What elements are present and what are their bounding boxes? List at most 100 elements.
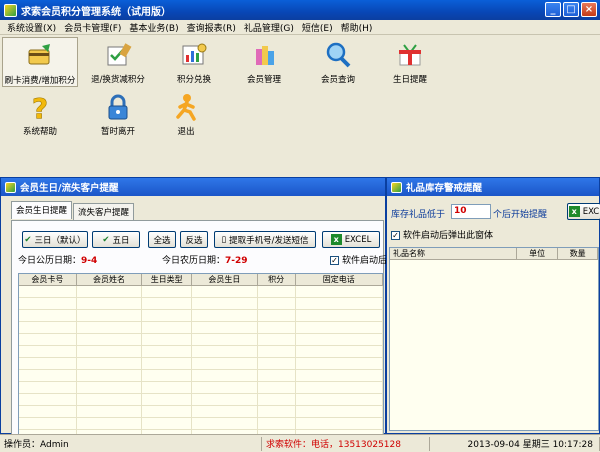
panel-app-icon (391, 181, 402, 193)
gift-grid[interactable]: 礼品名称 单位 数量 (389, 247, 599, 431)
tool-exit[interactable]: 退出 (148, 89, 224, 139)
points-exchange-icon (179, 40, 209, 70)
excel-label: EXCEL (344, 234, 372, 245)
grid-header: 礼品名称 单位 数量 (390, 248, 598, 260)
column-header[interactable]: 积分 (258, 274, 296, 285)
tool-label: 会员管理 (246, 75, 281, 85)
tool-label: 退/换货减积分 (91, 75, 145, 85)
runner-exit-icon (171, 92, 201, 122)
panel-app-icon (5, 181, 16, 193)
five-days-button[interactable]: ✔ 五日 (92, 231, 140, 248)
tool-points-exchange[interactable]: 积分兑换 (156, 37, 232, 87)
birthday-gift-icon (395, 40, 425, 70)
tab-content: ✔ 三日（默认） ✔ 五日 全选 反选 ▯ 提取手机号/发送短信 x EXCEL… (11, 220, 396, 450)
lunar-date-label: 今日农历日期： (162, 256, 226, 266)
select-all-button[interactable]: 全选 (148, 231, 176, 248)
birthday-reminder-panel: 会员生日/流失客户提醒 会员生日提醒 流失客户提醒 ✔ 三日（默认） ✔ 五日 … (0, 177, 396, 450)
tool-temporary-leave[interactable]: 暂时离开 (80, 89, 156, 139)
tool-label: 暂时离开 (100, 127, 135, 137)
five-days-label: 五日 (112, 235, 130, 246)
table-row (19, 382, 383, 394)
column-header[interactable]: 数量 (558, 248, 598, 259)
vendor-status: 求索软件：电话，13513025128 (262, 436, 430, 451)
gift-excel-button[interactable]: x EXC (567, 203, 600, 220)
tool-system-help[interactable]: ? 系统帮助 (2, 89, 78, 139)
popup-on-start-checkbox[interactable]: ✓ 软件启动后弹出此窗体 (391, 228, 493, 241)
menu-system-settings[interactable]: 系统设置(X) (3, 21, 60, 34)
table-row (19, 406, 383, 418)
export-excel-button[interactable]: x EXCEL (322, 231, 380, 248)
table-row (19, 346, 383, 358)
datetime-status: 2013-09-04 星期三 10:17:28 (430, 436, 600, 451)
threshold-input[interactable]: 10 (451, 204, 491, 219)
table-row (19, 358, 383, 370)
menu-card-management[interactable]: 会员卡管理(F) (60, 21, 125, 34)
column-header[interactable]: 礼品名称 (390, 248, 517, 259)
table-row (19, 322, 383, 334)
panel-title: 礼品库存警戒提醒 (406, 183, 483, 194)
column-header[interactable]: 会员姓名 (77, 274, 143, 285)
tool-member-management[interactable]: 会员管理 (226, 37, 302, 87)
member-management-icon (249, 40, 279, 70)
invert-selection-button[interactable]: 反选 (180, 231, 208, 248)
popup-on-start-label: 软件启动后弹出此窗体 (403, 231, 494, 241)
status-bar: 操作员：Admin 求索软件：电话，13513025128 2013-09-04… (0, 434, 600, 452)
table-row (19, 334, 383, 346)
phone-icon: ▯ (221, 234, 227, 245)
tool-card-swipe[interactable]: 刷卡消费/增加积分 (2, 37, 78, 87)
extract-phone-sms-button[interactable]: ▯ 提取手机号/发送短信 (214, 231, 316, 248)
table-row (19, 370, 383, 382)
close-button[interactable]: × (581, 2, 597, 17)
column-header[interactable]: 固定电话 (296, 274, 383, 285)
check-icon: ✔ (24, 234, 32, 245)
maximize-button[interactable]: □ (563, 2, 579, 17)
column-header[interactable]: 会员生日 (192, 274, 258, 285)
tab-strip: 会员生日提醒 流失客户提醒 (11, 201, 135, 220)
column-header[interactable]: 会员卡号 (19, 274, 77, 285)
menu-sms[interactable]: 短信(E) (298, 21, 337, 34)
tool-return-goods[interactable]: 退/换货减积分 (80, 37, 156, 87)
solar-date-label: 今日公历日期： (18, 256, 82, 266)
tab-lost-customers[interactable]: 流失客户提醒 (73, 203, 135, 220)
tool-label: 生日提醒 (392, 75, 427, 85)
tool-label: 系统帮助 (22, 127, 57, 137)
lunar-date-value: 7-29 (225, 256, 248, 266)
checkbox-checked-icon: ✓ (330, 256, 339, 265)
window-title: 求索会员积分管理系统（试用版） (21, 6, 171, 18)
table-row (19, 298, 383, 310)
column-header[interactable]: 单位 (517, 248, 559, 259)
question-mark-icon: ? (25, 92, 55, 122)
excel-icon: x (330, 234, 342, 245)
threshold-suffix: 个后开始提醒 (493, 210, 548, 220)
menu-basic-business[interactable]: 基本业务(B) (125, 21, 182, 34)
excel-label: EXC (582, 206, 600, 217)
minimize-button[interactable]: _ (545, 2, 561, 17)
tab-birthday-reminder[interactable]: 会员生日提醒 (11, 201, 73, 219)
solar-date-value: 9-4 (81, 256, 98, 266)
tool-label: 积分兑换 (176, 75, 211, 85)
tool-member-query[interactable]: 会员查询 (300, 37, 376, 87)
tool-birthday-reminder[interactable]: 生日提醒 (372, 37, 448, 87)
lock-icon (103, 92, 133, 122)
main-toolbar: 刷卡消费/增加积分 退/换货减积分 积分兑换 会员管理 会员查询 生日提醒 ? (0, 35, 600, 175)
three-days-button[interactable]: ✔ 三日（默认） (22, 231, 88, 248)
magnifier-icon (323, 40, 353, 70)
excel-icon: x (568, 206, 580, 217)
panel-title-bar: 礼品库存警戒提醒 (387, 178, 599, 196)
menu-reports[interactable]: 查询报表(R) (183, 21, 240, 34)
card-swipe-icon (25, 41, 55, 71)
tool-label: 刷卡消费/增加积分 (4, 76, 76, 86)
three-days-label: 三日（默认） (34, 235, 86, 246)
menu-gift-management[interactable]: 礼品管理(G) (240, 21, 298, 34)
menu-help[interactable]: 帮助(H) (337, 21, 377, 34)
check-icon: ✔ (102, 234, 110, 245)
table-row (19, 394, 383, 406)
tool-label: 会员查询 (320, 75, 355, 85)
gift-stock-alert-panel: 礼品库存警戒提醒 库存礼品低于 10 个后开始提醒 x EXC ✓ 软件启动后弹出… (386, 177, 600, 434)
column-header[interactable]: 生日类型 (142, 274, 193, 285)
table-row (19, 286, 383, 298)
lunar-date-line: 今日农历日期：7-29 (162, 253, 248, 266)
birthday-grid[interactable]: 会员卡号 会员姓名 生日类型 会员生日 积分 固定电话 (18, 273, 384, 449)
sms-label: 提取手机号/发送短信 (229, 235, 309, 246)
table-row (19, 418, 383, 430)
